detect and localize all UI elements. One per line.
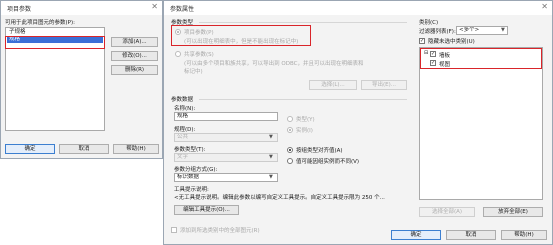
categories-highlight-box (420, 48, 542, 69)
chevron-down-icon: ▼ (269, 154, 273, 160)
group-param-label: 参数分组方式(G): (174, 167, 218, 173)
discipline-select[interactable]: 公共 (174, 133, 278, 142)
name-input[interactable]: 规格 (174, 112, 278, 121)
categories-label: 类别(C) (419, 20, 439, 26)
param-type-value: 文字 (177, 154, 189, 160)
type-radio-label: 类型(Y) (296, 117, 315, 123)
close-icon[interactable]: ✕ (541, 2, 548, 11)
name-label: 名称(N): (174, 106, 196, 112)
param-props-title: 参数属性 (170, 6, 195, 13)
param-type-select[interactable]: 文字 (174, 153, 278, 162)
project-params-title: 项目参数 (7, 6, 32, 13)
discipline-value: 公共 (177, 134, 189, 140)
group-divider (199, 99, 407, 100)
discipline-label: 规程(D): (174, 127, 196, 133)
cancel-button[interactable]: 取消 (59, 144, 109, 154)
help-button[interactable]: 帮助(H) (501, 230, 547, 240)
edit-tooltip-button[interactable]: 编辑工具提示(O)... (174, 205, 239, 215)
chevron-down-icon: ▼ (501, 27, 505, 33)
project-params-titlebar: 项目参数 ✕ (1, 1, 162, 15)
tooltip-text: <无工具提示说明。编辑此参数以编写自定义工具提示。自定义工具提示限为 250 个… (174, 195, 385, 201)
type-radio[interactable] (287, 116, 293, 122)
group-divider (199, 22, 407, 23)
list-item[interactable]: 子规格 (7, 29, 103, 36)
modify-param-button[interactable]: 修改(O)... (111, 51, 158, 61)
shared-param-label: 共享参数(S) (184, 52, 214, 58)
chevron-down-icon: ▼ (269, 134, 273, 140)
align-by-group-radio[interactable] (287, 147, 293, 153)
vary-by-group-label: 值可能因组实例而不同(V) (296, 159, 360, 165)
close-icon[interactable]: ✕ (151, 2, 158, 11)
vary-by-group-radio[interactable] (287, 158, 293, 164)
shared-param-desc-line2: 标记中) (184, 69, 203, 75)
add-to-all-label: 添加到所选类别中的全部图元(R) (180, 228, 260, 234)
filter-value: <多个> (459, 27, 480, 33)
select-all-button[interactable]: 选择全部(A) (419, 207, 475, 217)
chevron-down-icon: ▼ (269, 174, 273, 180)
help-button[interactable]: 帮助(H) (113, 144, 159, 154)
param-props-dialog: 参数属性 ✕ 参数类型 项目参数(P) (可以出现在明细表中，但是不能出现在标记… (163, 0, 553, 245)
ok-button[interactable]: 确定 (5, 144, 55, 154)
group-param-select[interactable]: 标识数据 (174, 173, 278, 182)
param-data-group-label: 参数数据 (171, 97, 194, 103)
tooltip-label: 工具提示说明: (174, 187, 209, 193)
instance-radio[interactable] (287, 127, 293, 133)
hide-unchecked-checkbox[interactable]: ✓ (419, 38, 425, 44)
add-param-button[interactable]: 添加(A)... (111, 37, 158, 47)
filter-label: 过滤器列表(F): (419, 29, 456, 35)
align-by-group-label: 按组类型对齐值(A) (296, 148, 343, 154)
param-props-titlebar: 参数属性 ✕ (164, 1, 552, 15)
select-button[interactable]: 选择(L)... (309, 80, 357, 90)
params-list-label: 可用于此项目图元的参数(P): (5, 20, 75, 26)
param-type-label: 参数类型(T): (174, 147, 206, 153)
shared-param-desc-line1: (可以由多个项目和族共享，可以导出到 ODBC，并且可以出现在明细表和 (184, 61, 364, 67)
deselect-all-button[interactable]: 放弃全部(E) (483, 207, 543, 217)
delete-param-button[interactable]: 删除(R) (111, 65, 158, 75)
project-param-highlight-box (171, 25, 311, 46)
shared-param-radio[interactable] (175, 51, 181, 57)
cancel-button[interactable]: 取消 (446, 230, 496, 240)
export-button[interactable]: 导出(E)... (361, 80, 407, 90)
ok-button[interactable]: 确定 (391, 230, 441, 240)
categories-listbox[interactable]: ⊟ ✓ 墙板 ✓ 视图 (419, 47, 543, 200)
instance-radio-label: 实例(I) (296, 128, 313, 134)
group-param-value: 标识数据 (177, 174, 200, 180)
list-highlight-box (5, 36, 105, 49)
add-to-all-checkbox[interactable] (171, 227, 177, 233)
project-params-dialog: 项目参数 ✕ 可用于此项目图元的参数(P): 子规格 规格 添加(A)... 修… (0, 0, 163, 159)
hide-unchecked-label: 隐藏未选中类别(U) (428, 39, 475, 45)
